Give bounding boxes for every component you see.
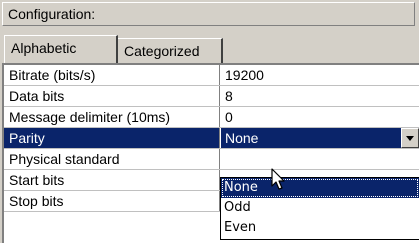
tab-alphabetic[interactable]: Alphabetic: [4, 35, 118, 63]
property-value[interactable]: [221, 149, 419, 169]
property-value[interactable]: 19200: [221, 65, 419, 85]
property-value[interactable]: 8: [221, 86, 419, 106]
parity-dropdown-list: None Odd Even: [220, 177, 419, 240]
dropdown-option-odd[interactable]: Odd: [221, 198, 419, 218]
dropdown-option-even[interactable]: Even: [221, 218, 419, 238]
property-label: Message delimiter (10ms): [4, 107, 220, 127]
parity-dropdown-button[interactable]: [401, 128, 419, 148]
dropdown-option-none[interactable]: None: [221, 178, 419, 198]
configuration-panel: Configuration: Alphabetic Categorized Bi…: [0, 0, 419, 243]
tab-categorized[interactable]: Categorized: [118, 38, 223, 63]
property-row-parity[interactable]: Parity None: [4, 128, 419, 149]
property-row-bitrate[interactable]: Bitrate (bits/s) 19200: [4, 65, 419, 86]
mouse-pointer-icon: [271, 168, 285, 190]
property-label: Bitrate (bits/s): [4, 65, 220, 85]
property-value[interactable]: None: [221, 128, 419, 148]
property-row-data-bits[interactable]: Data bits 8: [4, 86, 419, 107]
property-label: Start bits: [4, 170, 220, 190]
chevron-down-icon: [406, 136, 414, 141]
property-value[interactable]: 0: [221, 107, 419, 127]
property-label: Data bits: [4, 86, 220, 106]
property-row-message-delimiter[interactable]: Message delimiter (10ms) 0: [4, 107, 419, 128]
panel-title: Configuration:: [2, 2, 415, 26]
property-label: Stop bits: [4, 191, 220, 211]
property-row-physical-standard[interactable]: Physical standard: [4, 149, 419, 170]
property-label: Physical standard: [4, 149, 220, 169]
property-label: Parity: [4, 128, 220, 148]
